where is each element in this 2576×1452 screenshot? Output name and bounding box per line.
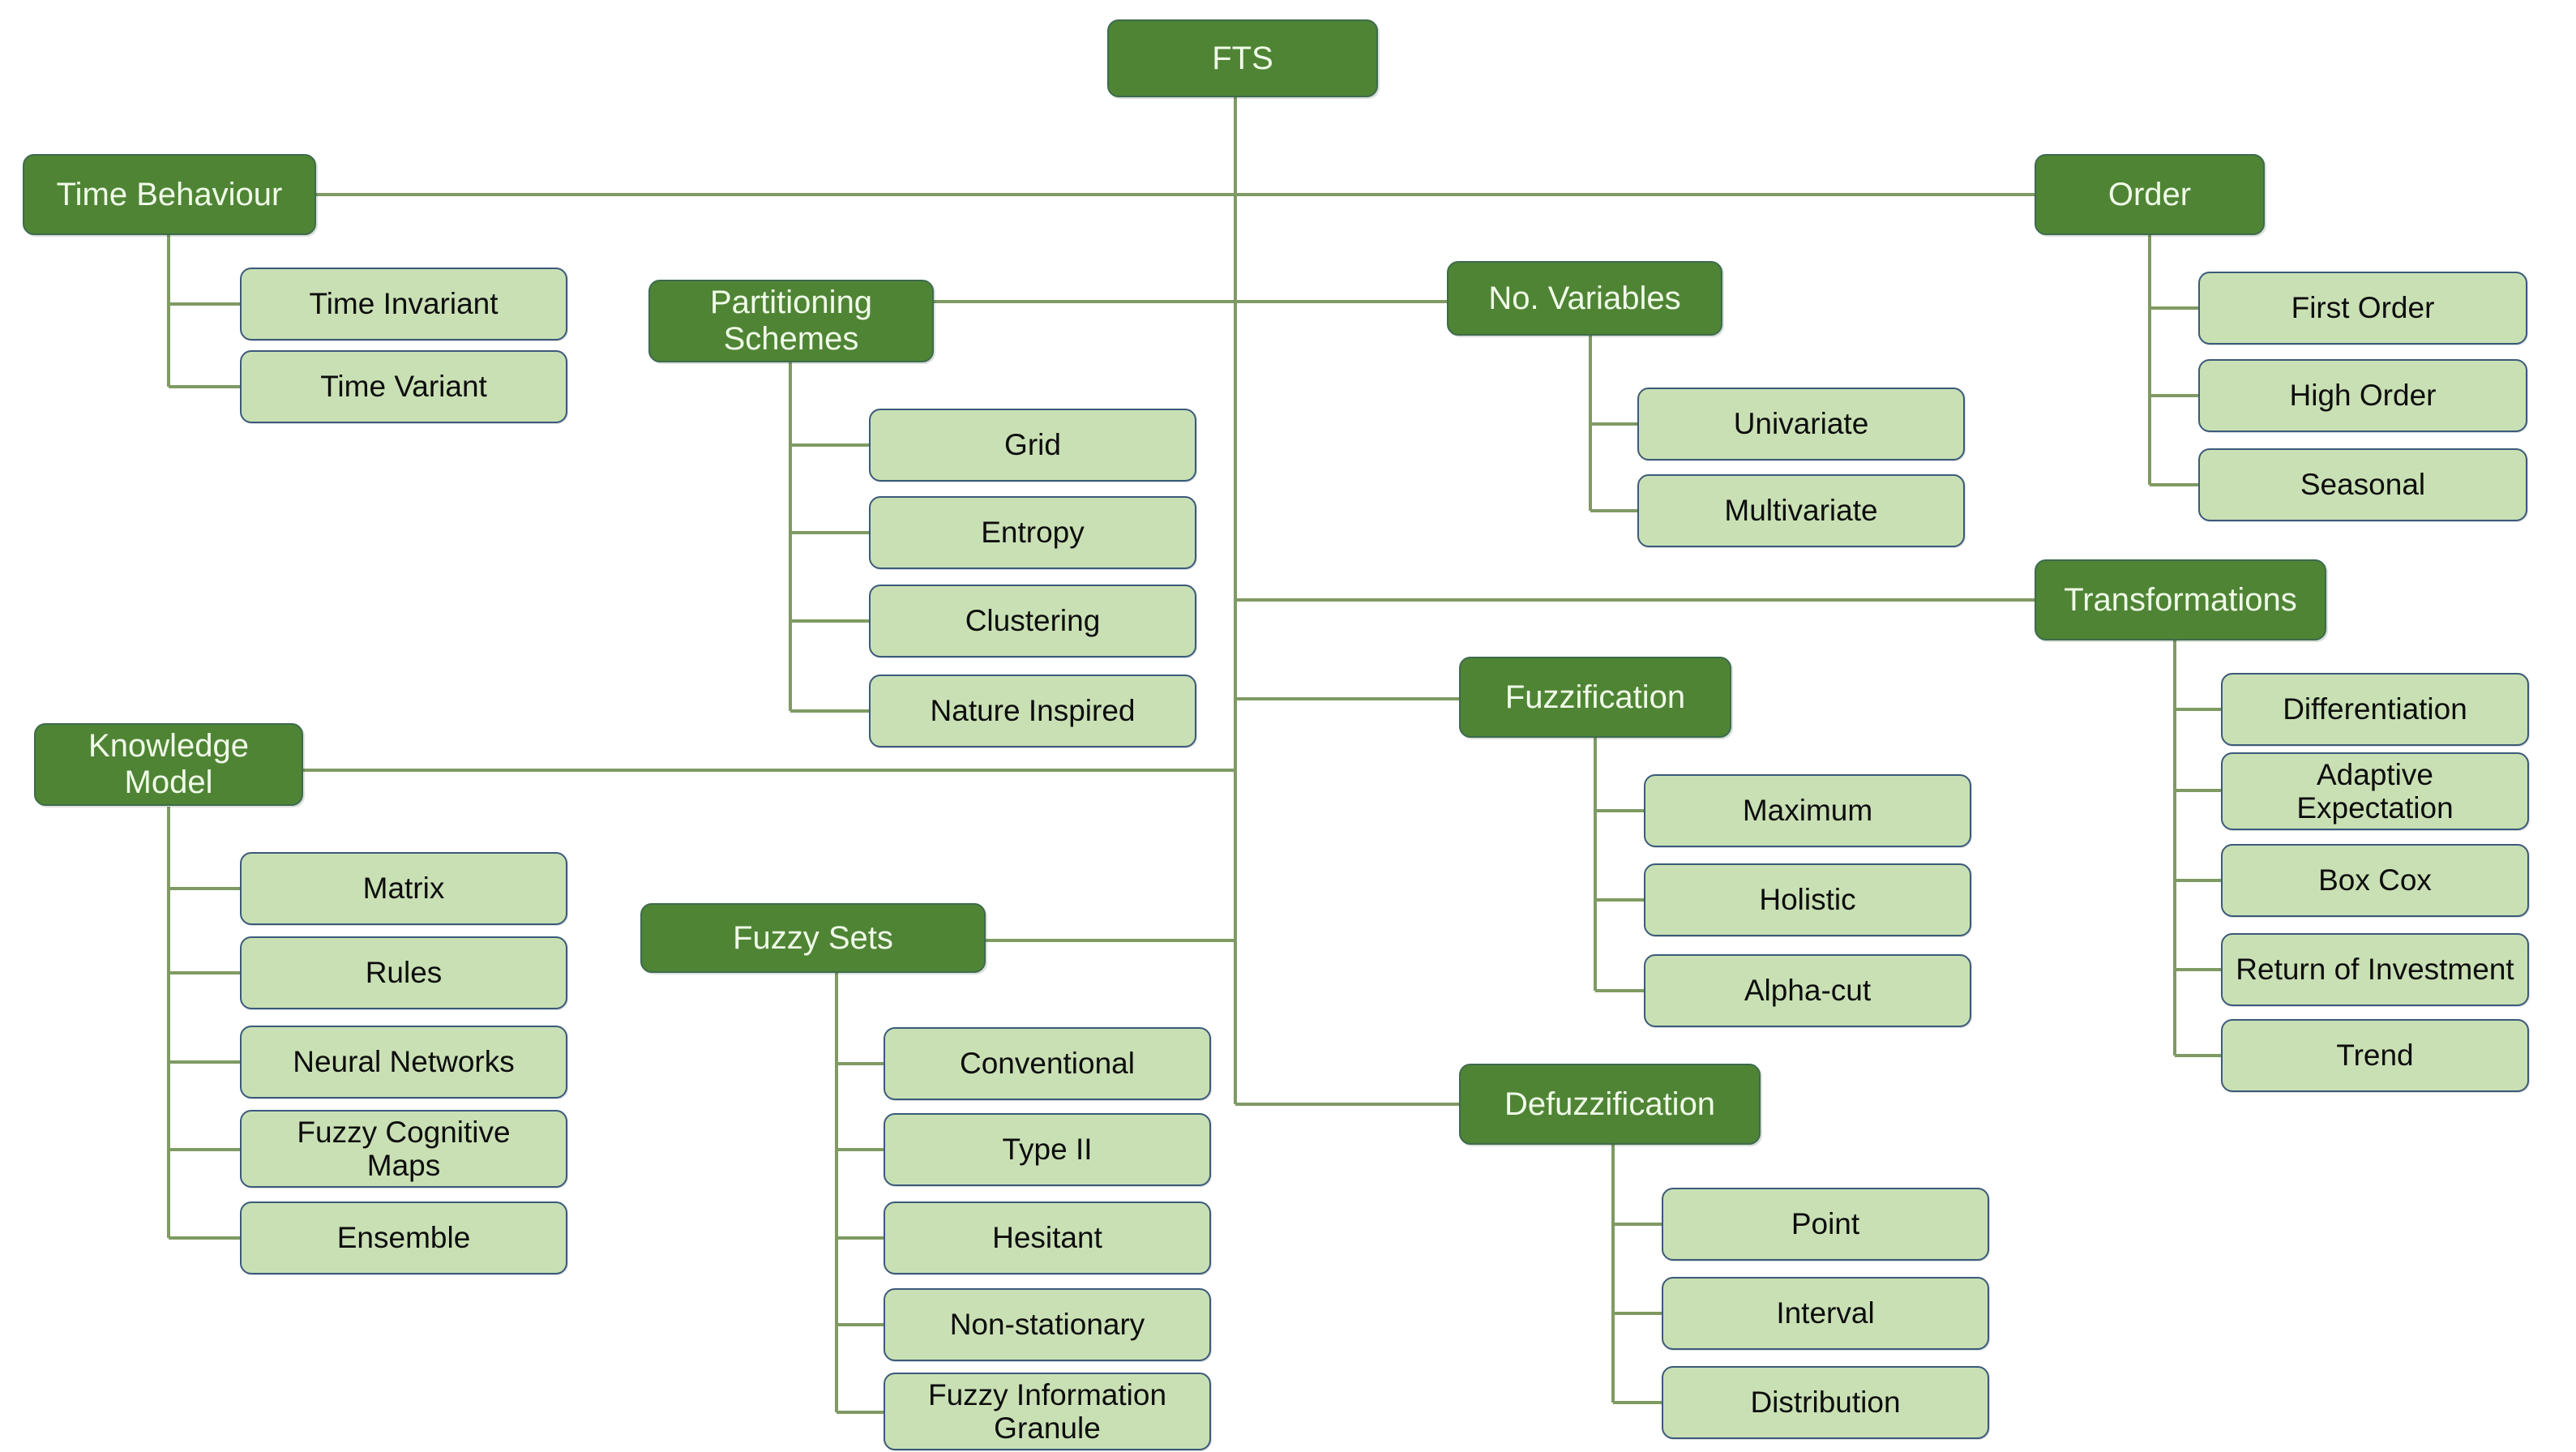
node-label: Return of Investment xyxy=(2236,953,2514,987)
node-point[interactable]: Point xyxy=(1662,1188,1989,1261)
node-label: Neural Networks xyxy=(293,1045,515,1079)
node-seasonal[interactable]: Seasonal xyxy=(2198,448,2527,521)
node-fts[interactable]: FTS xyxy=(1107,19,1378,97)
node-label: Rules xyxy=(365,956,443,990)
node-label: Fuzzification xyxy=(1504,679,1686,715)
node-type-ii[interactable]: Type II xyxy=(884,1113,1211,1186)
node-label: Seasonal xyxy=(2300,468,2426,502)
node-knowledge-model[interactable]: Knowledge Model xyxy=(34,723,303,806)
node-distribution[interactable]: Distribution xyxy=(1662,1366,1989,1439)
node-conventional[interactable]: Conventional xyxy=(884,1027,1211,1100)
node-label: Type II xyxy=(1002,1133,1093,1167)
node-label: Box Cox xyxy=(2318,863,2432,897)
node-fuzzy-sets[interactable]: Fuzzy Sets xyxy=(640,903,986,973)
node-grid[interactable]: Grid xyxy=(869,409,1196,482)
node-label: Adaptive Expectation xyxy=(2296,757,2454,825)
node-label: Entropy xyxy=(981,516,1085,550)
node-label: Fuzzy Sets xyxy=(733,919,893,956)
node-label: Holistic xyxy=(1759,883,1856,917)
node-label: FTS xyxy=(1212,40,1273,76)
node-label: Ensemble xyxy=(336,1221,471,1255)
node-box-cox[interactable]: Box Cox xyxy=(2221,844,2529,917)
node-ensemble[interactable]: Ensemble xyxy=(240,1201,567,1274)
node-label: Point xyxy=(1791,1207,1860,1241)
node-clustering[interactable]: Clustering xyxy=(869,585,1196,657)
node-first-order[interactable]: First Order xyxy=(2198,272,2527,345)
node-label: Nature Inspired xyxy=(930,694,1136,728)
node-differentiation[interactable]: Differentiation xyxy=(2221,673,2529,746)
node-label: Alpha-cut xyxy=(1744,974,1872,1008)
node-label: Partitioning Schemes xyxy=(709,285,873,357)
node-fuzzy-information-granule[interactable]: Fuzzy Information Granule xyxy=(884,1373,1211,1450)
node-nature-inspired[interactable]: Nature Inspired xyxy=(869,675,1196,747)
node-non-stationary[interactable]: Non-stationary xyxy=(884,1288,1211,1361)
node-fuzzy-cognitive-maps[interactable]: Fuzzy Cognitive Maps xyxy=(240,1110,567,1188)
node-hesitant[interactable]: Hesitant xyxy=(884,1201,1211,1274)
node-order[interactable]: Order xyxy=(2035,154,2265,235)
node-label: Fuzzy Cognitive Maps xyxy=(297,1115,511,1182)
node-univariate[interactable]: Univariate xyxy=(1637,388,1965,460)
node-label: Transformations xyxy=(2064,581,2297,618)
mindmap-canvas: FTS Time Behaviour Time Invariant Time V… xyxy=(0,0,2576,1452)
node-label: Fuzzy Information Granule xyxy=(927,1377,1167,1445)
node-fuzzification[interactable]: Fuzzification xyxy=(1459,657,1731,738)
node-time-variant[interactable]: Time Variant xyxy=(240,350,567,423)
node-label: Order xyxy=(2107,176,2192,212)
node-defuzzification[interactable]: Defuzzification xyxy=(1459,1064,1761,1145)
node-label: Multivariate xyxy=(1724,494,1878,528)
node-label: Time Invariant xyxy=(309,287,499,321)
node-time-invariant[interactable]: Time Invariant xyxy=(240,268,567,341)
node-label: Matrix xyxy=(362,872,445,906)
node-label: Conventional xyxy=(960,1047,1135,1081)
node-label: Grid xyxy=(1004,428,1061,462)
node-adaptive-expectation[interactable]: Adaptive Expectation xyxy=(2221,752,2529,830)
node-label: Interval xyxy=(1776,1296,1875,1330)
node-label: Knowledge Model xyxy=(88,728,249,800)
node-partitioning-schemes[interactable]: Partitioning Schemes xyxy=(648,280,934,362)
node-label: Non-stationary xyxy=(949,1308,1145,1342)
node-label: Hesitant xyxy=(992,1221,1102,1255)
node-high-order[interactable]: High Order xyxy=(2198,359,2527,432)
node-label: Clustering xyxy=(965,604,1101,638)
node-maximum[interactable]: Maximum xyxy=(1644,774,1971,847)
node-time-behaviour[interactable]: Time Behaviour xyxy=(23,154,316,235)
node-interval[interactable]: Interval xyxy=(1662,1277,1989,1350)
node-transformations[interactable]: Transformations xyxy=(2035,559,2326,640)
node-label: Time Behaviour xyxy=(56,176,283,212)
node-holistic[interactable]: Holistic xyxy=(1644,863,1971,936)
node-label: Trend xyxy=(2336,1039,2414,1073)
node-trend[interactable]: Trend xyxy=(2221,1019,2529,1092)
node-label: Distribution xyxy=(1750,1386,1901,1420)
node-label: Differentiation xyxy=(2283,692,2467,726)
node-entropy[interactable]: Entropy xyxy=(869,496,1196,569)
node-label: Defuzzification xyxy=(1504,1086,1716,1122)
node-label: High Order xyxy=(2289,379,2437,413)
node-label: Maximum xyxy=(1742,794,1873,828)
node-label: First Order xyxy=(2291,291,2435,325)
node-multivariate[interactable]: Multivariate xyxy=(1637,474,1965,547)
node-rules[interactable]: Rules xyxy=(240,936,567,1009)
node-neural-networks[interactable]: Neural Networks xyxy=(240,1026,567,1099)
node-label: Univariate xyxy=(1733,407,1869,441)
node-label: Time Variant xyxy=(320,370,487,404)
node-return-of-investment[interactable]: Return of Investment xyxy=(2221,933,2529,1006)
node-matrix[interactable]: Matrix xyxy=(240,852,567,925)
node-label: No. Variables xyxy=(1488,280,1681,316)
node-alpha-cut[interactable]: Alpha-cut xyxy=(1644,954,1971,1027)
node-no-variables[interactable]: No. Variables xyxy=(1447,261,1722,336)
